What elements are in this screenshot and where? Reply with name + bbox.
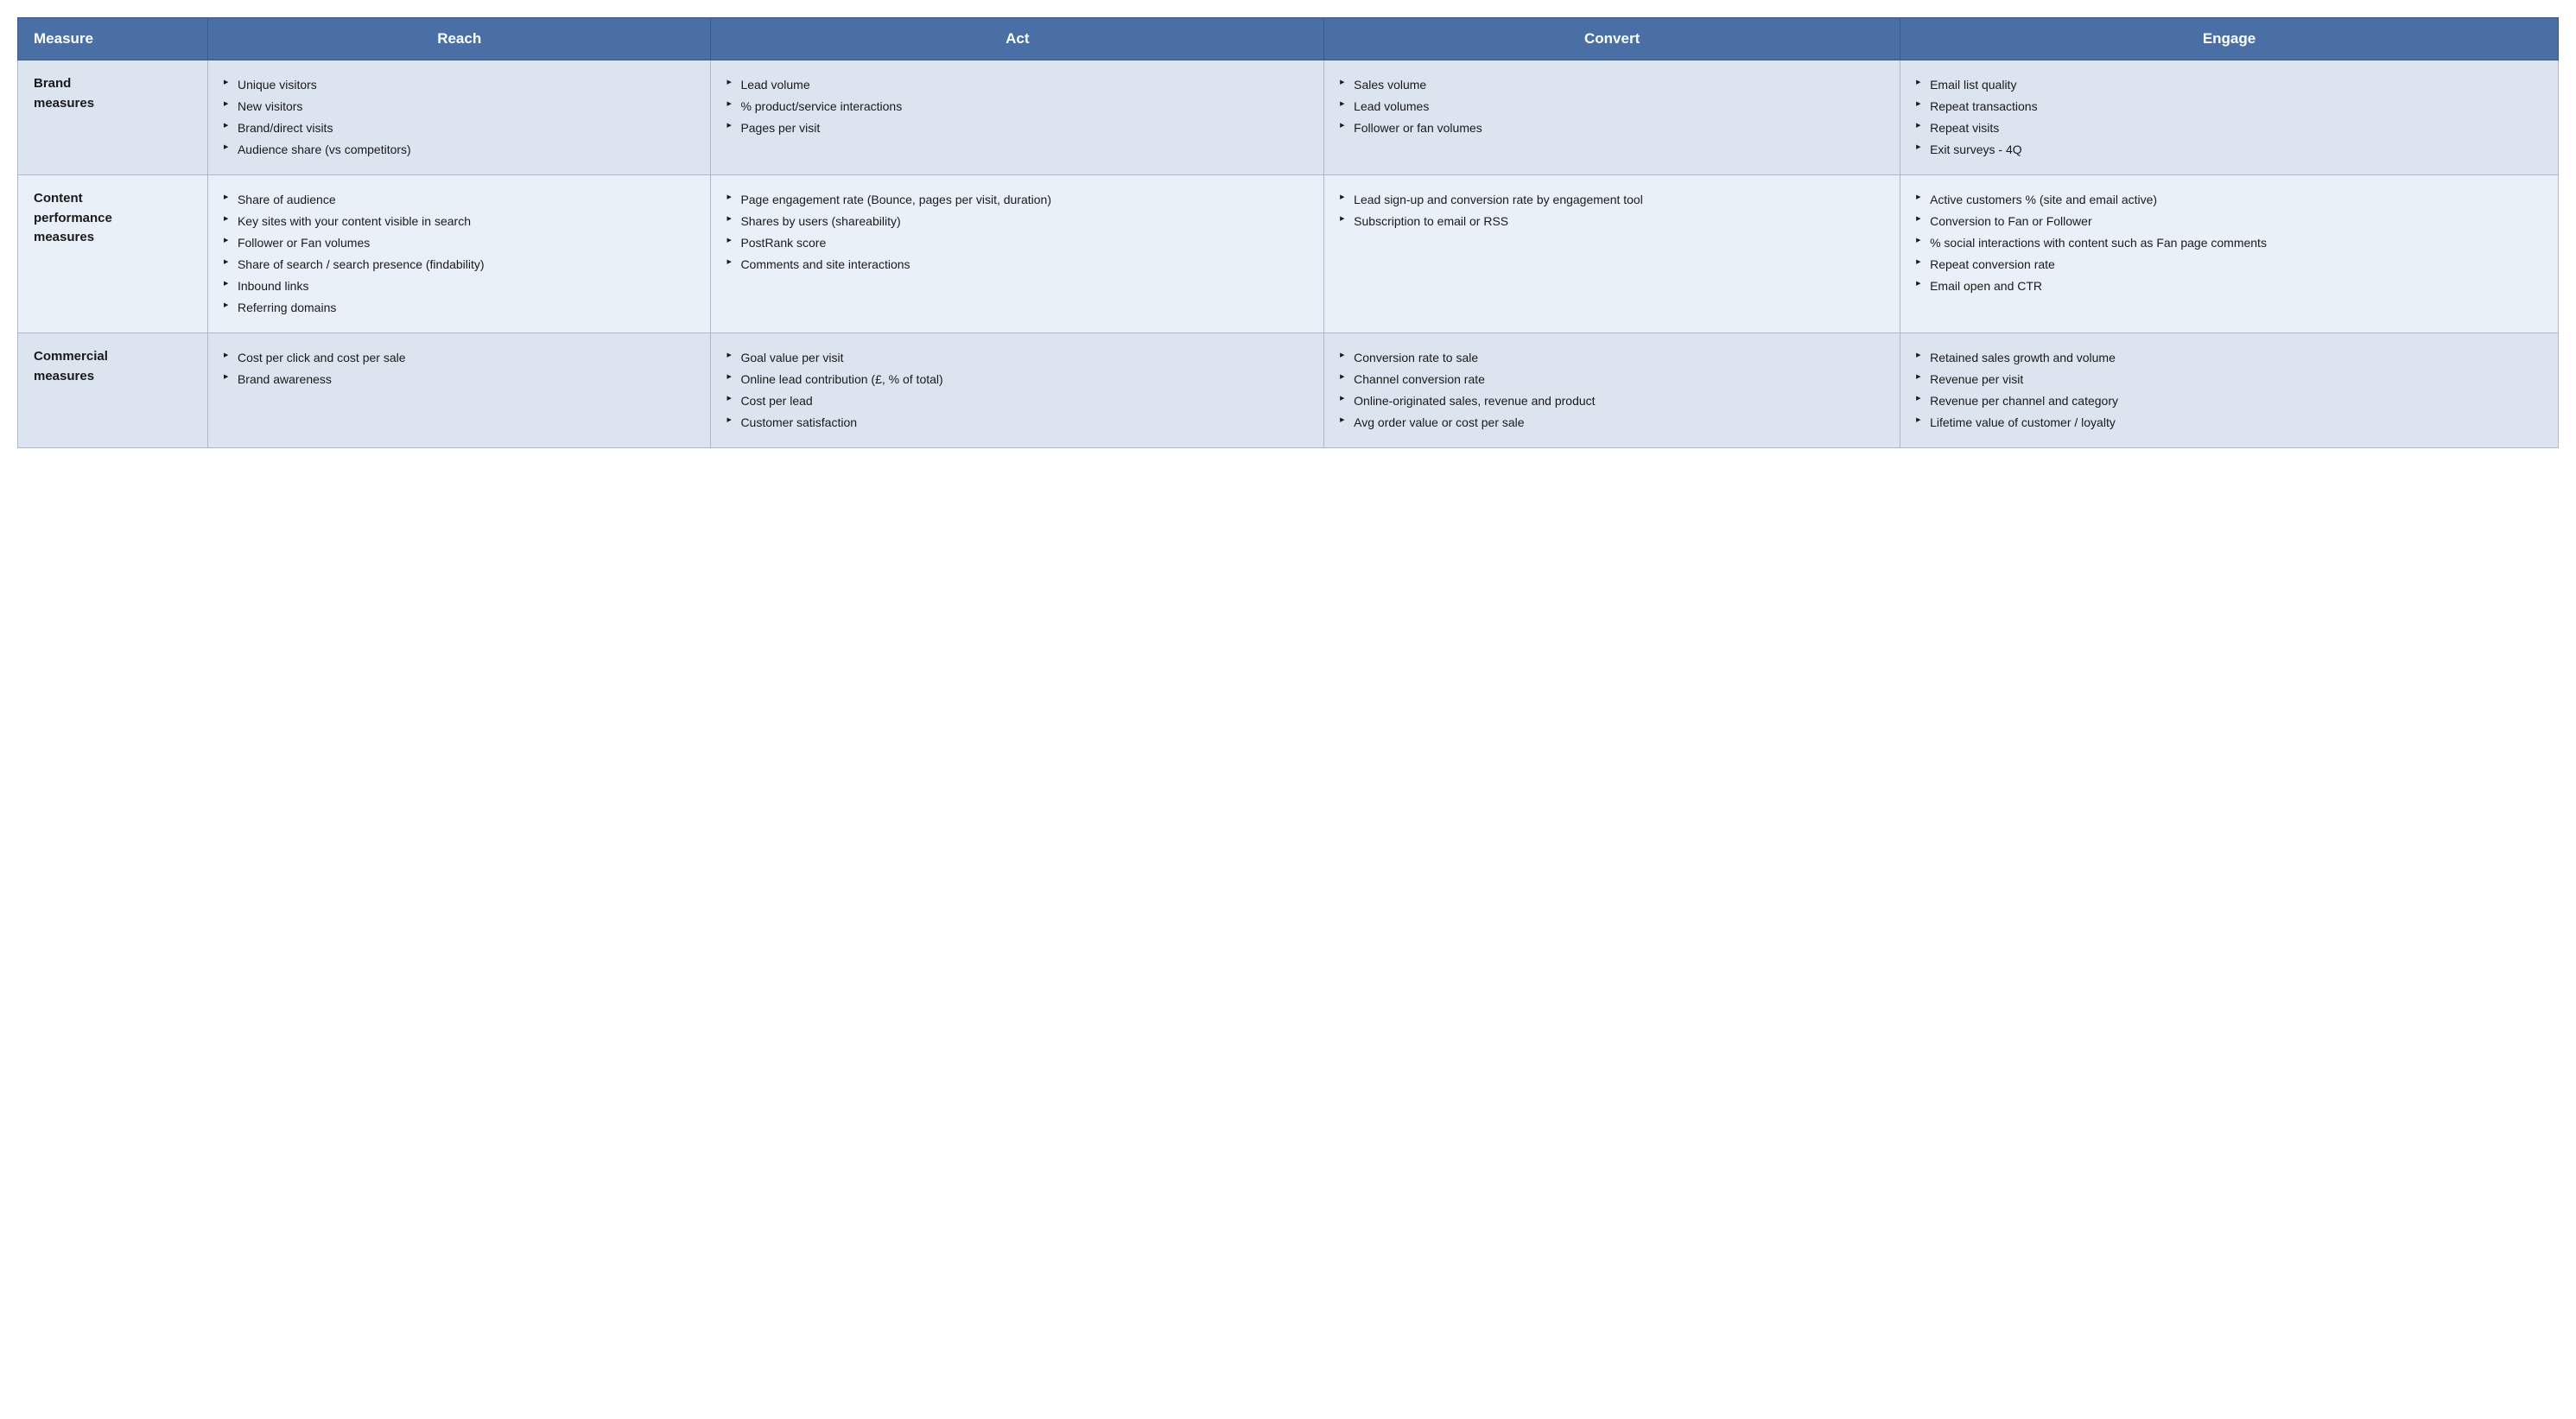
list-item: Share of audience xyxy=(224,189,695,211)
list-item: Email open and CTR xyxy=(1916,276,2542,297)
header-convert: Convert xyxy=(1324,18,1900,60)
list-item: Referring domains xyxy=(224,297,695,319)
list-item: % product/service interactions xyxy=(726,96,1308,117)
cell-act: Goal value per visitOnline lead contribu… xyxy=(711,333,1324,448)
list-item: Repeat transactions xyxy=(1916,96,2542,117)
list-item: Key sites with your content visible in s… xyxy=(224,211,695,232)
list-item: Revenue per visit xyxy=(1916,369,2542,390)
cell-convert: Sales volumeLead volumesFollower or fan … xyxy=(1324,60,1900,175)
list-item: Retained sales growth and volume xyxy=(1916,347,2542,369)
header-act: Act xyxy=(711,18,1324,60)
row-header: Commercial measures xyxy=(18,333,208,448)
list-item: PostRank score xyxy=(726,232,1308,254)
cell-reach: Share of audienceKey sites with your con… xyxy=(207,175,710,333)
list-item: Subscription to email or RSS xyxy=(1340,211,1884,232)
list-item: Email list quality xyxy=(1916,74,2542,96)
measures-table: Measure Reach Act Convert Engage Brand m… xyxy=(17,17,2559,448)
cell-engage: Retained sales growth and volumeRevenue … xyxy=(1900,333,2559,448)
list-item: Inbound links xyxy=(224,276,695,297)
list-item: Online lead contribution (£, % of total) xyxy=(726,369,1308,390)
list-item: Conversion to Fan or Follower xyxy=(1916,211,2542,232)
table-row: Brand measuresUnique visitorsNew visitor… xyxy=(18,60,2559,175)
header-measure: Measure xyxy=(18,18,208,60)
list-item: Goal value per visit xyxy=(726,347,1308,369)
row-header: Content performance measures xyxy=(18,175,208,333)
list-item: Comments and site interactions xyxy=(726,254,1308,276)
list-item: Customer satisfaction xyxy=(726,412,1308,434)
list-item: Lead sign-up and conversion rate by enga… xyxy=(1340,189,1884,211)
cell-act: Page engagement rate (Bounce, pages per … xyxy=(711,175,1324,333)
header-row: Measure Reach Act Convert Engage xyxy=(18,18,2559,60)
header-engage: Engage xyxy=(1900,18,2559,60)
cell-reach: Cost per click and cost per saleBrand aw… xyxy=(207,333,710,448)
list-item: Lead volumes xyxy=(1340,96,1884,117)
cell-engage: Email list qualityRepeat transactionsRep… xyxy=(1900,60,2559,175)
cell-engage: Active customers % (site and email activ… xyxy=(1900,175,2559,333)
header-reach: Reach xyxy=(207,18,710,60)
cell-act: Lead volume% product/service interaction… xyxy=(711,60,1324,175)
list-item: Audience share (vs competitors) xyxy=(224,139,695,161)
list-item: % social interactions with content such … xyxy=(1916,232,2542,254)
list-item: Pages per visit xyxy=(726,117,1308,139)
list-item: Avg order value or cost per sale xyxy=(1340,412,1884,434)
list-item: Repeat conversion rate xyxy=(1916,254,2542,276)
list-item: Lead volume xyxy=(726,74,1308,96)
list-item: Page engagement rate (Bounce, pages per … xyxy=(726,189,1308,211)
list-item: Online-originated sales, revenue and pro… xyxy=(1340,390,1884,412)
list-item: Follower or Fan volumes xyxy=(224,232,695,254)
list-item: Revenue per channel and category xyxy=(1916,390,2542,412)
table-row: Content performance measuresShare of aud… xyxy=(18,175,2559,333)
row-header: Brand measures xyxy=(18,60,208,175)
cell-convert: Lead sign-up and conversion rate by enga… xyxy=(1324,175,1900,333)
table-row: Commercial measuresCost per click and co… xyxy=(18,333,2559,448)
list-item: Share of search / search presence (finda… xyxy=(224,254,695,276)
list-item: Unique visitors xyxy=(224,74,695,96)
list-item: Brand/direct visits xyxy=(224,117,695,139)
list-item: New visitors xyxy=(224,96,695,117)
cell-convert: Conversion rate to saleChannel conversio… xyxy=(1324,333,1900,448)
list-item: Lifetime value of customer / loyalty xyxy=(1916,412,2542,434)
list-item: Cost per click and cost per sale xyxy=(224,347,695,369)
list-item: Shares by users (shareability) xyxy=(726,211,1308,232)
list-item: Follower or fan volumes xyxy=(1340,117,1884,139)
cell-reach: Unique visitorsNew visitorsBrand/direct … xyxy=(207,60,710,175)
list-item: Conversion rate to sale xyxy=(1340,347,1884,369)
list-item: Cost per lead xyxy=(726,390,1308,412)
list-item: Brand awareness xyxy=(224,369,695,390)
list-item: Sales volume xyxy=(1340,74,1884,96)
list-item: Channel conversion rate xyxy=(1340,369,1884,390)
list-item: Active customers % (site and email activ… xyxy=(1916,189,2542,211)
list-item: Exit surveys - 4Q xyxy=(1916,139,2542,161)
list-item: Repeat visits xyxy=(1916,117,2542,139)
